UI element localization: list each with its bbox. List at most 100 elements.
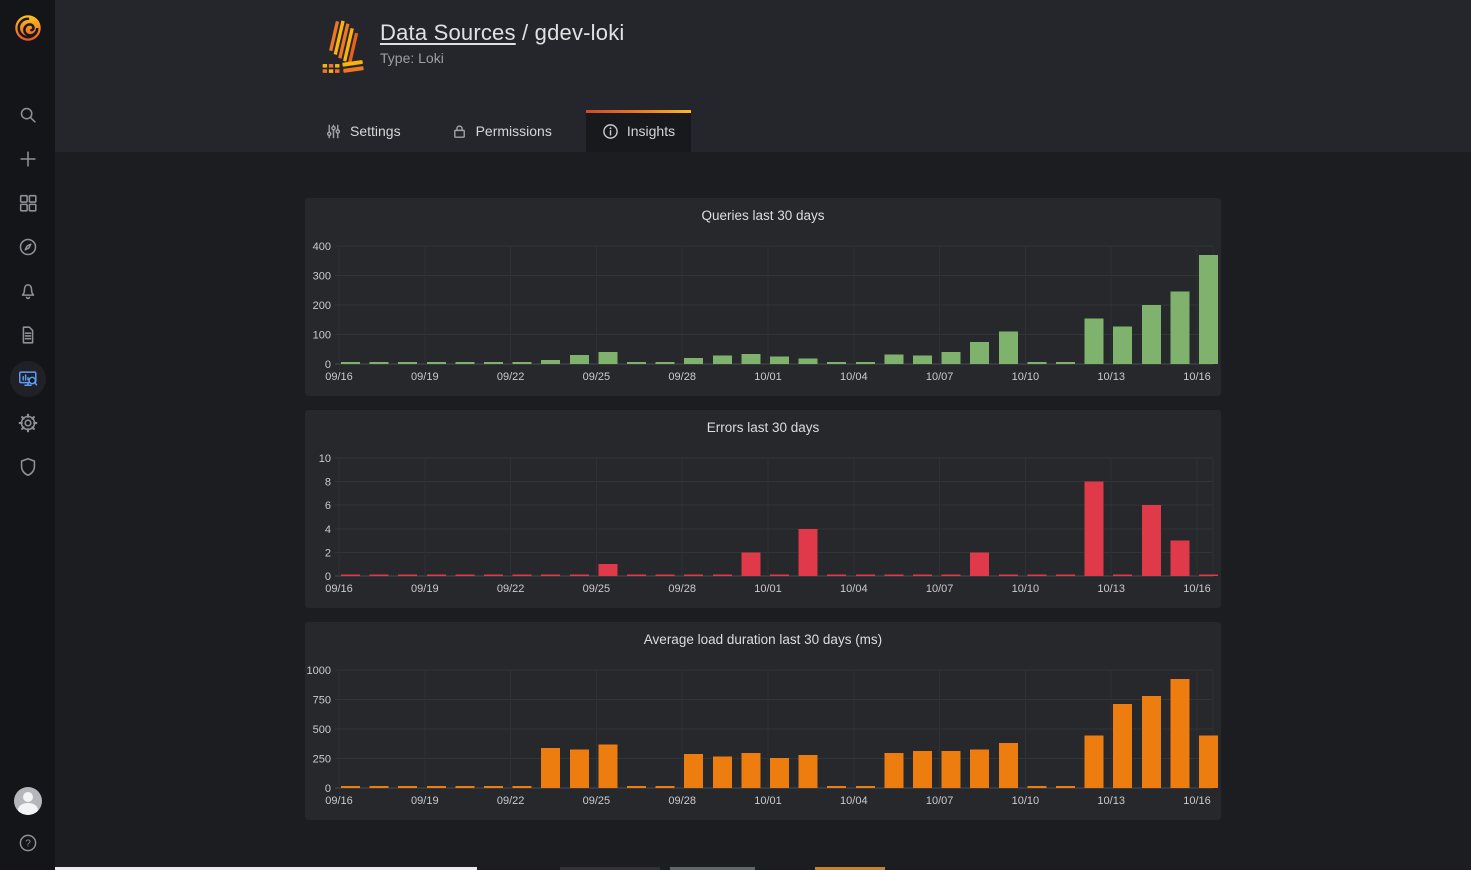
bar — [884, 753, 903, 788]
bar — [827, 786, 846, 788]
panel-0: Queries last 30 days010020030040009/1609… — [305, 198, 1221, 396]
bar — [341, 786, 360, 788]
chart-plot-0[interactable]: 010020030040009/1609/1909/2209/2509/2810… — [305, 228, 1221, 390]
datasource-insights-icon — [10, 361, 46, 397]
x-tick-label: 09/16 — [325, 371, 353, 383]
bar — [856, 786, 875, 788]
y-tick-label: 750 — [313, 695, 331, 707]
x-tick-label: 10/10 — [1012, 371, 1040, 383]
sidebar-item-search[interactable] — [0, 93, 55, 137]
bar — [827, 362, 846, 364]
bar — [1113, 704, 1132, 788]
bar — [398, 786, 417, 788]
breadcrumb-datasources-link[interactable]: Data Sources — [380, 20, 516, 45]
sidebar-item-help[interactable]: ? — [0, 822, 55, 864]
x-tick-label: 10/13 — [1097, 583, 1125, 595]
tab-label: Settings — [350, 123, 401, 139]
bar — [513, 786, 532, 788]
bar — [1142, 305, 1161, 364]
sidebar-item-alerting-bell[interactable] — [0, 269, 55, 313]
panel-1: Errors last 30 days024681009/1609/1909/2… — [305, 410, 1221, 608]
chart-plot-1[interactable]: 024681009/1609/1909/2209/2509/2810/0110/… — [305, 440, 1221, 602]
bar — [484, 575, 503, 577]
y-tick-label: 200 — [313, 300, 331, 312]
bar — [1142, 505, 1161, 576]
x-tick-label: 10/16 — [1183, 795, 1211, 807]
type-subtitle: Type: Loki — [380, 50, 624, 66]
page-header: Data Sources / gdev-loki Type: Loki Sett… — [55, 0, 1471, 152]
tab-permissions[interactable]: Permissions — [435, 110, 568, 152]
sidebar-item-configuration-gear[interactable] — [0, 401, 55, 445]
bar — [455, 362, 474, 364]
bar — [999, 743, 1018, 788]
x-tick-label: 10/10 — [1012, 583, 1040, 595]
bar — [341, 362, 360, 364]
x-tick-label: 10/04 — [840, 795, 868, 807]
breadcrumb-page: gdev-loki — [535, 20, 625, 45]
sidebar-item-datasource-insights[interactable] — [0, 357, 55, 401]
bar — [598, 744, 617, 788]
document-icon — [10, 317, 46, 353]
panel-title: Average load duration last 30 days (ms) — [305, 622, 1221, 652]
x-tick-label: 09/19 — [411, 583, 439, 595]
panels: Queries last 30 days010020030040009/1609… — [305, 198, 1221, 820]
x-tick-label: 09/25 — [583, 795, 611, 807]
bar — [570, 355, 589, 364]
tab-bar: Settings Permissions Insights — [55, 110, 1471, 152]
bar — [741, 753, 760, 788]
sidebar-item-document[interactable] — [0, 313, 55, 357]
tab-settings[interactable]: Settings — [309, 110, 417, 152]
y-tick-label: 8 — [325, 477, 331, 489]
bar — [713, 575, 732, 577]
bar — [1199, 255, 1218, 364]
y-tick-label: 300 — [313, 271, 331, 283]
bar — [1056, 575, 1075, 577]
sidebar-item-shield[interactable] — [0, 445, 55, 489]
grafana-logo-icon[interactable] — [0, 0, 55, 56]
bar — [799, 755, 818, 788]
bar — [970, 749, 989, 788]
bar — [1170, 541, 1189, 576]
tab-insights[interactable]: Insights — [586, 110, 691, 152]
bar — [799, 358, 818, 364]
lock-icon — [451, 123, 468, 140]
bar — [1027, 362, 1046, 364]
bar — [370, 362, 389, 364]
bar — [513, 575, 532, 577]
bar — [942, 352, 961, 364]
bar — [1170, 679, 1189, 788]
bar — [570, 575, 589, 577]
bar — [1113, 327, 1132, 364]
svg-text:?: ? — [25, 839, 31, 850]
bar — [970, 342, 989, 364]
y-tick-label: 4 — [325, 524, 331, 536]
bar — [455, 786, 474, 788]
bar — [999, 332, 1018, 364]
bar — [741, 552, 760, 576]
bar — [970, 552, 989, 576]
bar — [1056, 786, 1075, 788]
bar — [1085, 318, 1104, 364]
x-tick-label: 09/16 — [325, 795, 353, 807]
x-tick-label: 10/10 — [1012, 795, 1040, 807]
bar — [913, 356, 932, 364]
bar — [598, 352, 617, 364]
x-tick-label: 09/22 — [497, 371, 525, 383]
avatar-icon — [14, 787, 42, 815]
sidebar-item-explore-compass[interactable] — [0, 225, 55, 269]
bar — [884, 575, 903, 577]
bar — [856, 362, 875, 364]
panel-2: Average load duration last 30 days (ms)0… — [305, 622, 1221, 820]
bar — [1027, 575, 1046, 577]
y-tick-label: 100 — [313, 330, 331, 342]
plus-icon — [10, 141, 46, 177]
x-tick-label: 10/07 — [926, 583, 954, 595]
sidebar-item-plus[interactable] — [0, 137, 55, 181]
x-tick-label: 10/07 — [926, 371, 954, 383]
chart-plot-2[interactable]: 0250500750100009/1609/1909/2209/2509/281… — [305, 652, 1221, 814]
x-tick-label: 09/28 — [668, 583, 696, 595]
content: Queries last 30 days010020030040009/1609… — [55, 152, 1471, 870]
sidebar-item-avatar[interactable] — [0, 780, 55, 822]
sidebar-item-dashboards[interactable] — [0, 181, 55, 225]
loki-logo-icon — [320, 20, 366, 83]
